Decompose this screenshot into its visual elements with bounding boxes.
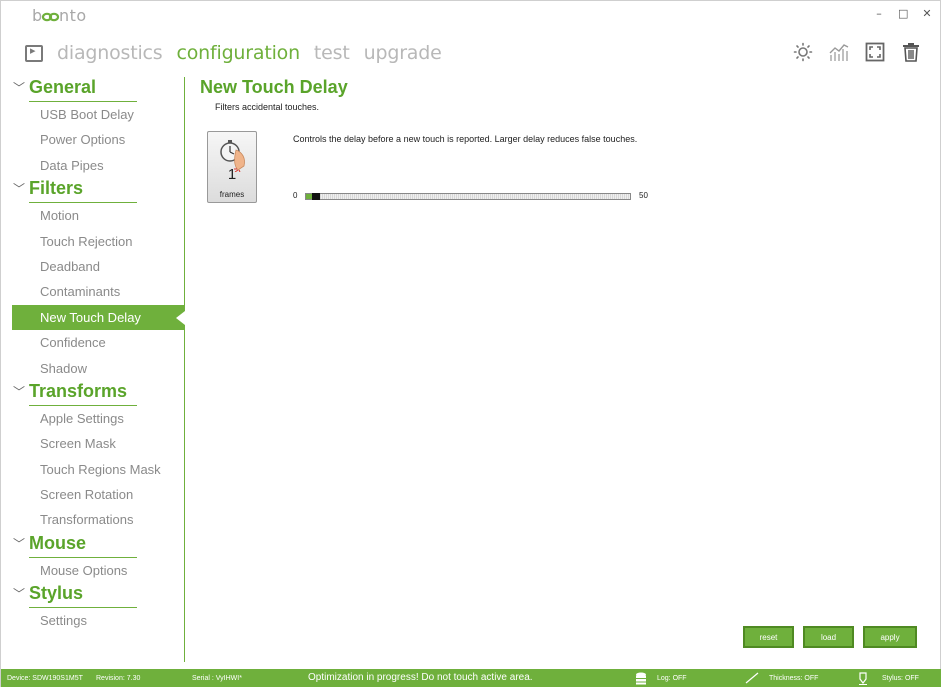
sidebar-group-label: Filters <box>29 178 84 199</box>
sidebar-item-confidence[interactable]: Confidence <box>12 330 184 355</box>
sidebar-item-deadband[interactable]: Deadband <box>12 254 184 279</box>
settings-panel: New Touch Delay Filters accidental touch… <box>200 77 930 662</box>
slider-thumb[interactable] <box>312 193 320 200</box>
slider-max-label: 50 <box>639 191 648 200</box>
sidebar-item-contaminants[interactable]: Contaminants <box>12 279 184 304</box>
setting-unit: frames <box>219 190 245 199</box>
title-bar: b nto – □ ✕ <box>1 1 940 31</box>
setting-value-tile: 1 frames <box>207 131 257 203</box>
sidebar-group-transforms[interactable]: ﹀ Transforms <box>12 381 184 406</box>
reset-button[interactable]: reset <box>743 626 794 648</box>
chevron-down-icon: ﹀ <box>13 587 26 602</box>
minimize-button[interactable]: – <box>874 7 884 20</box>
action-buttons: reset load apply <box>743 626 917 648</box>
sidebar-group-label: Stylus <box>29 583 84 604</box>
group-underline <box>29 101 137 102</box>
stylus-icon <box>859 672 867 685</box>
chevron-down-icon: ﹀ <box>13 182 26 197</box>
tab-configuration[interactable]: configuration <box>176 42 300 64</box>
tab-diagnostics[interactable]: diagnostics <box>57 42 163 64</box>
main-nav: diagnostics configuration test upgrade <box>25 39 456 67</box>
chevron-down-icon: ﹀ <box>13 384 26 399</box>
chevron-down-icon: ﹀ <box>13 536 26 551</box>
sidebar-item-touch-regions-mask[interactable]: Touch Regions Mask <box>12 457 184 482</box>
status-bar: Device: SDW190S1M5T Revision: 7.30 Seria… <box>1 669 941 687</box>
group-underline <box>29 202 137 204</box>
load-button[interactable]: load <box>803 626 854 648</box>
apply-button[interactable]: apply <box>863 626 917 648</box>
toolbar <box>792 41 922 63</box>
database-icon <box>636 672 646 685</box>
window-controls: – □ ✕ <box>874 7 932 20</box>
maximize-button[interactable]: □ <box>898 7 908 20</box>
slider-track[interactable] <box>305 193 631 200</box>
brightness-icon[interactable] <box>792 41 814 63</box>
sidebar-group-stylus[interactable]: ﹀ Stylus <box>12 583 184 609</box>
group-underline <box>29 404 137 406</box>
thickness-status[interactable]: Thickness: OFF <box>769 675 818 682</box>
sidebar-toggle-icon[interactable] <box>25 44 43 62</box>
sidebar-item-screen-rotation[interactable]: Screen Rotation <box>12 482 184 507</box>
setting-description: Controls the delay before a new touch is… <box>293 134 638 144</box>
trash-icon[interactable] <box>900 41 922 63</box>
sidebar-item-usb-boot-delay[interactable]: USB Boot Delay <box>12 102 184 127</box>
log-status[interactable]: Log: OFF <box>657 675 687 682</box>
delay-slider[interactable]: 0 50 <box>293 191 663 203</box>
sidebar-item-transformations[interactable]: Transformations <box>12 507 184 532</box>
sidebar-item-motion[interactable]: Motion <box>12 203 184 228</box>
close-button[interactable]: ✕ <box>922 7 932 20</box>
sidebar-item-touch-rejection[interactable]: Touch Rejection <box>12 229 184 254</box>
fullscreen-icon[interactable] <box>864 41 886 63</box>
setting-value: 1 <box>227 166 237 183</box>
pen-thickness-icon <box>745 672 759 684</box>
sidebar-group-label: General <box>29 77 97 97</box>
sidebar-item-mouse-options[interactable]: Mouse Options <box>12 558 184 583</box>
beento-logo: b nto <box>32 6 87 25</box>
page-title: New Touch Delay <box>200 77 348 97</box>
page-subtitle: Filters accidental touches. <box>215 102 320 112</box>
slider-min-label: 0 <box>293 191 298 200</box>
stylus-status[interactable]: Stylus: OFF <box>882 675 919 682</box>
sidebar-item-stylus-settings[interactable]: Settings <box>12 608 184 633</box>
chevron-down-icon: ﹀ <box>13 81 26 95</box>
tab-test[interactable]: test <box>314 42 350 64</box>
revision-status: Revision: 7.30 <box>96 675 141 682</box>
sidebar-item-shadow[interactable]: Shadow <box>12 356 184 381</box>
sidebar-item-data-pipes[interactable]: Data Pipes <box>12 153 184 178</box>
svg-text:b: b <box>32 7 43 25</box>
serial-status: Serial : VyIHWI* <box>192 675 242 682</box>
new-touch-delay-setting: 1 frames Controls the delay before a new… <box>207 131 867 211</box>
app-window: b nto – □ ✕ diagnostics configuration te… <box>0 0 941 687</box>
sidebar-group-filters[interactable]: ﹀ Filters <box>12 178 184 204</box>
svg-text:nto: nto <box>59 7 87 25</box>
signal-chart-icon[interactable] <box>828 41 850 63</box>
group-underline <box>29 607 137 609</box>
sidebar-group-mouse[interactable]: ﹀ Mouse <box>12 533 184 558</box>
sidebar-item-screen-mask[interactable]: Screen Mask <box>12 431 184 456</box>
sidebar-item-new-touch-delay[interactable]: New Touch Delay <box>12 304 185 331</box>
status-message: Optimization in progress! Do not touch a… <box>308 672 533 683</box>
device-status: Device: SDW190S1M5T <box>7 675 83 682</box>
app-logo: b nto <box>32 6 94 30</box>
sidebar-group-label: Transforms <box>29 380 128 401</box>
sidebar-item-power-options[interactable]: Power Options <box>12 127 184 152</box>
tab-upgrade[interactable]: upgrade <box>364 42 442 64</box>
settings-sidebar: ﹀ General USB Boot Delay Power Options D… <box>12 77 185 662</box>
sidebar-group-general[interactable]: ﹀ General <box>12 77 184 102</box>
sidebar-item-apple-settings[interactable]: Apple Settings <box>12 406 184 431</box>
group-underline <box>29 556 137 558</box>
sidebar-group-label: Mouse <box>29 532 87 553</box>
